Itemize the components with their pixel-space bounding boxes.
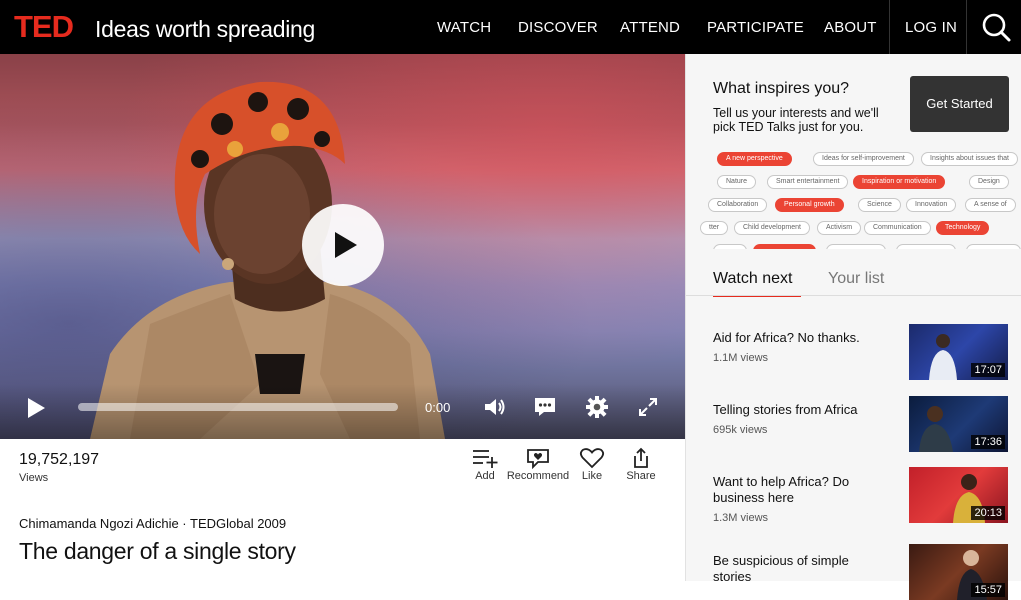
- duration-badge: 15:57: [971, 583, 1005, 597]
- tag-chip[interactable]: Inspiration or motivation: [853, 175, 946, 189]
- rec-views: 695k views: [713, 424, 768, 436]
- progress-bar[interactable]: [78, 403, 398, 411]
- tag-chip[interactable]: Personal growth: [775, 198, 844, 212]
- rec-thumbnail[interactable]: 17:36: [909, 396, 1008, 452]
- duration-badge: 17:36: [971, 435, 1005, 449]
- tag-chip[interactable]: [966, 244, 1021, 249]
- tag-chip[interactable]: A sense of: [965, 198, 1016, 212]
- big-play-button[interactable]: [302, 204, 384, 286]
- rec-title[interactable]: Want to help Africa? Do business here: [713, 474, 883, 506]
- inspire-description: Tell us your interests and we'll pick TE…: [713, 106, 879, 134]
- play-icon[interactable]: [28, 398, 45, 418]
- fullscreen-icon[interactable]: [635, 394, 661, 420]
- list-item[interactable]: Want to help Africa? Do business here 1.…: [713, 474, 883, 524]
- nav-discover[interactable]: DISCOVER: [518, 19, 598, 37]
- sidebar: What inspires you? Tell us your interest…: [685, 54, 1021, 600]
- tag-chip[interactable]: tter: [700, 221, 729, 235]
- list-item[interactable]: Be suspicious of simple stories: [713, 553, 883, 585]
- settings-icon[interactable]: [584, 394, 610, 420]
- tag-chip[interactable]: [713, 244, 747, 249]
- current-time: 0:00: [425, 400, 451, 415]
- transcript-icon[interactable]: [532, 394, 558, 420]
- talk-title: The danger of a single story: [19, 538, 296, 564]
- tag-chip[interactable]: [896, 244, 956, 249]
- tag-chip[interactable]: [753, 244, 816, 249]
- share-icon: [634, 447, 648, 468]
- tag-chip[interactable]: Smart entertainment: [767, 175, 849, 189]
- heart-icon: [579, 448, 605, 469]
- get-started-button[interactable]: Get Started: [910, 76, 1009, 132]
- tag-chip[interactable]: A new perspective: [717, 152, 792, 166]
- top-nav-bar: TED Ideas worth spreading WATCH DISCOVER…: [0, 0, 1021, 54]
- inspire-title: What inspires you?: [713, 80, 850, 97]
- nav-about[interactable]: ABOUT: [824, 19, 877, 37]
- duration-badge: 17:07: [971, 363, 1005, 377]
- interest-tags: A new perspective Ideas for self-improve…: [686, 151, 1021, 249]
- tag-chip[interactable]: Collaboration: [708, 198, 768, 212]
- tag-chip[interactable]: Technology: [936, 221, 990, 235]
- rec-thumbnail[interactable]: 17:07: [909, 324, 1008, 380]
- tab-watch-next[interactable]: Watch next: [713, 270, 802, 297]
- tag-chip[interactable]: Design: [969, 175, 1009, 189]
- nav-attend[interactable]: ATTEND: [620, 19, 680, 37]
- tagline: Ideas worth spreading: [95, 16, 316, 42]
- ted-logo[interactable]: TED: [14, 11, 74, 43]
- share-button[interactable]: Share: [608, 447, 674, 487]
- tag-chip[interactable]: Innovation: [906, 198, 957, 212]
- nav-divider: [889, 0, 890, 54]
- tag-chip[interactable]: [826, 244, 886, 249]
- rec-thumbnail[interactable]: 20:13: [909, 467, 1008, 523]
- tag-chip[interactable]: Activism: [817, 221, 862, 235]
- nav-watch[interactable]: WATCH: [437, 19, 491, 37]
- rec-title[interactable]: Be suspicious of simple stories: [713, 553, 883, 585]
- tag-chip[interactable]: Science: [858, 198, 901, 212]
- tag-chip[interactable]: Child development: [734, 221, 810, 235]
- views-label: Views: [19, 472, 49, 484]
- tabs-divider: [686, 295, 1021, 296]
- tag-chip[interactable]: Ideas for self-improvement: [813, 152, 914, 166]
- volume-icon[interactable]: [481, 394, 507, 420]
- controls-bar: [0, 384, 685, 439]
- duration-badge: 20:13: [971, 506, 1005, 520]
- rec-title[interactable]: Aid for Africa? No thanks.: [713, 330, 883, 346]
- search-button[interactable]: [967, 0, 1021, 54]
- rec-thumbnail[interactable]: 15:57: [909, 544, 1008, 600]
- list-item[interactable]: Aid for Africa? No thanks. 1.1M views: [713, 330, 883, 364]
- search-icon: [982, 13, 1011, 42]
- add-to-list-icon: [473, 450, 498, 468]
- speaker-event[interactable]: Chimamanda Ngozi Adichie · TEDGlobal 200…: [19, 516, 286, 531]
- rec-title[interactable]: Telling stories from Africa: [713, 402, 883, 418]
- tag-chip[interactable]: Nature: [717, 175, 757, 189]
- tag-chip[interactable]: Insights about issues that: [921, 152, 1018, 166]
- nav-participate[interactable]: PARTICIPATE: [707, 19, 804, 37]
- tag-chip[interactable]: Communication: [864, 221, 931, 235]
- recommend-icon: [527, 449, 549, 469]
- views-count: 19,752,197: [19, 451, 100, 468]
- login-link[interactable]: LOG IN: [905, 19, 957, 37]
- video-player[interactable]: 0:00: [0, 54, 685, 439]
- rec-views: 1.1M views: [713, 352, 769, 364]
- list-item[interactable]: Telling stories from Africa 695k views: [713, 402, 883, 436]
- tab-your-list[interactable]: Your list: [828, 270, 884, 288]
- rec-views: 1.3M views: [713, 512, 769, 524]
- share-label: Share: [626, 470, 656, 482]
